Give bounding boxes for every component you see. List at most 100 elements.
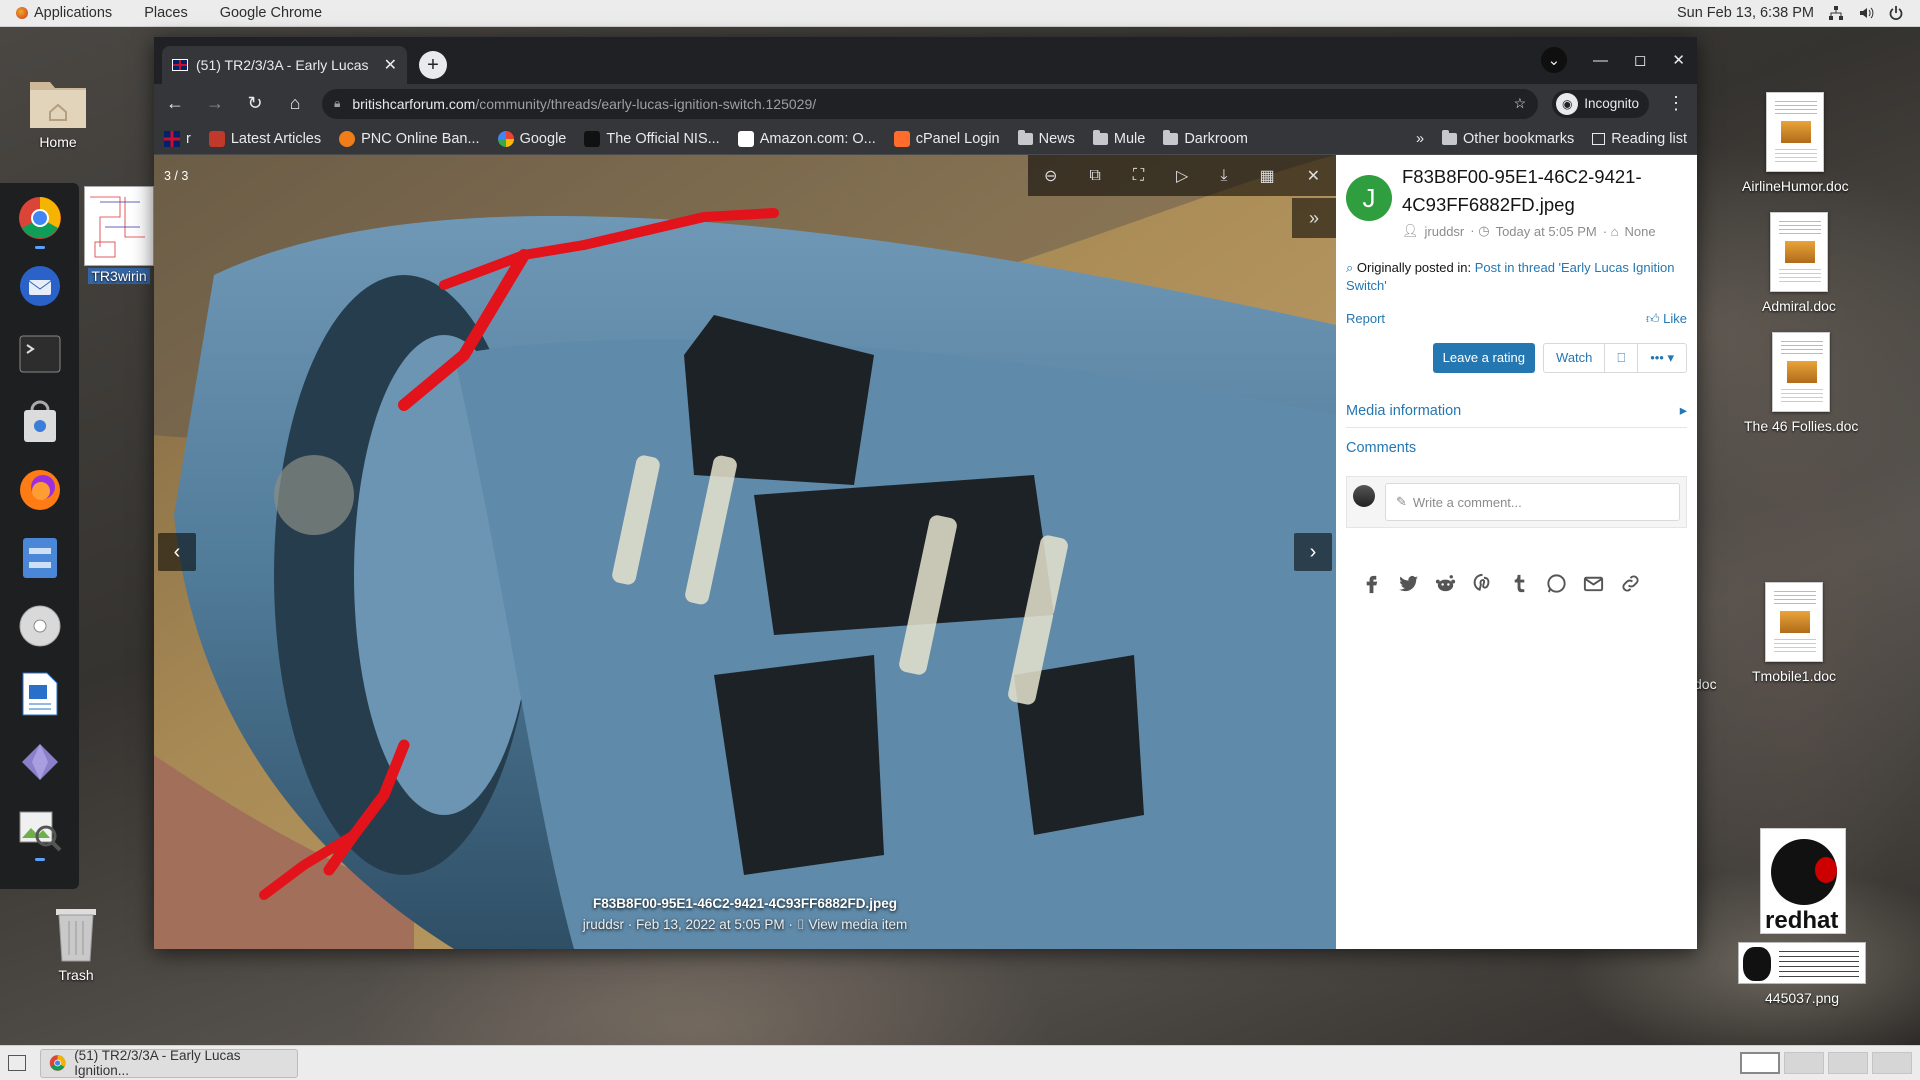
twitter-icon[interactable] [1397,572,1420,595]
bookmark-pnc[interactable]: PNC Online Ban... [339,130,480,147]
clock[interactable]: Sun Feb 13, 6:38 PM [1677,5,1814,21]
desktop-file-admiral[interactable]: Admiral.doc [1762,212,1836,314]
slideshow-play-icon[interactable]: ▷ [1176,166,1188,186]
places-menu[interactable]: Places [128,5,204,21]
prev-image-button[interactable]: ‹ [158,533,196,571]
show-desktop-icon[interactable] [8,1055,26,1071]
caption-filename: F83B8F00-95E1-46C2-9421-4C93FF6882FD.jpe… [593,896,897,911]
bookmark-r[interactable]: r [164,130,191,147]
workspace-3[interactable] [1828,1052,1868,1074]
doc-icon [1766,92,1825,172]
lock-icon[interactable]: 🔒︎ [334,96,340,111]
home-folder-icon[interactable]: Home [28,72,88,150]
tag-icon: · ⌂ [1602,223,1619,239]
chrome-app-menu[interactable]: Google Chrome [204,5,338,21]
bookmark-cpanel[interactable]: cPanel Login [893,130,1000,147]
taskbar-chrome-window[interactable]: (51) TR2/3/3A - Early Lucas Ignition... [40,1048,298,1078]
bookmark-folder-mule[interactable]: Mule [1092,129,1145,147]
window-close-button[interactable]: ✕ [1672,51,1685,69]
dock-image-viewer-icon[interactable] [17,807,63,861]
tab-close-icon[interactable]: ✕ [384,55,397,75]
dock-software-icon[interactable] [17,399,63,445]
reading-list[interactable]: Reading list [1592,131,1687,147]
bookmark-star-icon[interactable]: ☆ [1514,95,1527,112]
next-image-button[interactable]: › [1294,533,1332,571]
media-information-toggle[interactable]: Media information ▸ [1346,395,1687,428]
watch-button[interactable]: Watch [1544,344,1604,372]
bookmark-amazon[interactable]: Amazon.com: O... [737,130,876,147]
download-icon[interactable]: ⤓ [1220,167,1227,185]
dock-disc-icon[interactable] [17,603,63,649]
user-avatar[interactable]: J [1346,175,1392,221]
desktop-file-partial-doc[interactable]: doc [1694,676,1717,692]
media-information-label: Media information [1346,403,1462,419]
whatsapp-icon[interactable] [1545,572,1568,595]
desktop-file-airlinehumor[interactable]: AirlineHumor.doc [1742,92,1849,194]
thumbnails-grid-icon[interactable]: ▦ [1259,166,1274,186]
chrome-menu-icon[interactable]: ⋮ [1663,91,1689,117]
desktop-file-linuxcounter[interactable]: 445037.png [1738,942,1866,1006]
incognito-indicator[interactable]: ◉ Incognito [1552,89,1649,118]
lightbox-close-icon[interactable]: ✕ [1307,166,1320,186]
new-tab-button[interactable]: + [419,51,447,79]
lightbox-toolbar: ⊖ ⧉ ⛶ ▷ ⤓ ▦ ✕ [1028,155,1336,196]
forward-button[interactable]: → [202,91,228,117]
dock-thunderbird-icon[interactable] [17,263,63,309]
address-bar[interactable]: 🔒︎ britishcarforum.com/community/threads… [322,88,1539,119]
zoom-out-icon[interactable]: ⊖ [1044,166,1057,186]
tr3wiring-icon[interactable]: TR3wirin [84,186,154,284]
view-media-item-link[interactable]: View media item [808,917,907,932]
network-icon[interactable] [1828,5,1844,21]
reload-button[interactable]: ↻ [242,91,268,117]
bookmark-latest-articles[interactable]: Latest Articles [208,130,321,147]
maximize-button[interactable]: ◻ [1634,51,1646,69]
more-options-button[interactable]: ••• ▾ [1637,344,1686,372]
power-icon[interactable] [1888,5,1904,21]
home-button[interactable]: ⌂ [282,91,308,117]
bookmark-button[interactable]: ⎕ [1604,344,1637,372]
trash-icon[interactable]: Trash [52,905,100,983]
toggle-sidebar-icon[interactable]: » [1292,198,1336,238]
bookmark-folder-news[interactable]: News [1017,129,1075,147]
clock-icon: · ◷ [1470,223,1490,238]
dock-chrome-icon[interactable] [17,195,63,249]
tab-search-icon[interactable]: ⌄ [1540,47,1567,73]
dock-terminal-icon[interactable] [17,331,63,377]
bookmarks-overflow-button[interactable]: » [1416,131,1424,147]
bookmark-google[interactable]: Google [497,130,566,147]
author-link[interactable]: jruddsr [1425,224,1465,239]
back-button[interactable]: ← [162,91,188,117]
post-time[interactable]: Today at 5:05 PM [1496,224,1597,239]
doc-icon [1769,212,1828,292]
bookmark-nist[interactable]: The Official NIS... [584,130,720,147]
applications-label: Applications [34,5,113,21]
email-icon[interactable] [1582,572,1605,595]
desktop-file-redhat[interactable]: redhat [1760,828,1846,934]
dock-writer-icon[interactable] [17,671,63,717]
link-icon[interactable] [1619,572,1642,595]
facebook-icon[interactable] [1360,572,1383,595]
open-new-window-icon[interactable]: ⧉ [1089,167,1100,185]
bookmark-folder-darkroom[interactable]: Darkroom [1163,129,1248,147]
volume-icon[interactable] [1858,5,1874,21]
desktop-file-follies[interactable]: The 46 Follies.doc [1744,332,1858,434]
comment-input[interactable]: ✎ Write a comment... [1385,483,1680,521]
dock-firefox-icon[interactable] [17,467,63,513]
workspace-4[interactable] [1872,1052,1912,1074]
desktop-file-tmobile[interactable]: Tmobile1.doc [1752,582,1836,684]
like-button[interactable]: 👍︎ Like [1646,311,1687,327]
tumblr-icon[interactable] [1508,572,1531,595]
applications-menu[interactable]: Applications [0,5,128,21]
leave-rating-button[interactable]: Leave a rating [1432,343,1536,373]
minimize-button[interactable]: — [1593,52,1608,69]
reddit-icon[interactable] [1434,572,1457,595]
pinterest-icon[interactable] [1471,572,1494,595]
fullscreen-icon[interactable]: ⛶ [1133,167,1144,185]
dock-app-gem-icon[interactable] [17,739,63,785]
dock-files-icon[interactable] [17,535,63,581]
browser-tab-active[interactable]: (51) TR2/3/3A - Early Lucas ✕ [162,46,407,84]
workspace-1[interactable] [1740,1052,1780,1074]
workspace-2[interactable] [1784,1052,1824,1074]
report-link[interactable]: Report [1346,311,1385,327]
other-bookmarks[interactable]: Other bookmarks [1442,129,1574,147]
